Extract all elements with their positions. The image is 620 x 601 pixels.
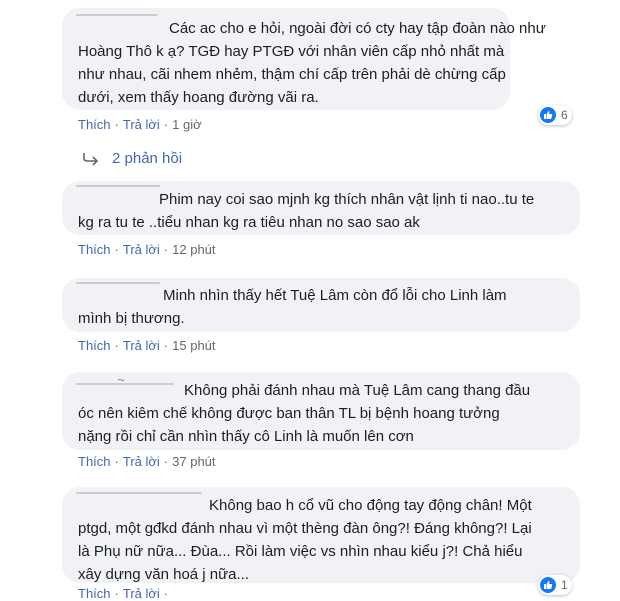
like-link[interactable]: Thích xyxy=(78,242,111,257)
comment-line: mình bị thương. xyxy=(78,310,185,327)
reply-link[interactable]: Trả lời xyxy=(123,242,160,257)
comment-time[interactable]: 12 phút xyxy=(172,242,215,257)
comment-time[interactable]: 15 phút xyxy=(172,338,215,353)
comment-line: nặng rồi chỉ cần nhìn thấy cô Linh là mu… xyxy=(78,428,414,445)
comment-line: xây dựng văn hoá j nữa... xyxy=(78,566,250,583)
comment-bubble-1: Các ac cho e hỏi, ngoài đời có cty hay t… xyxy=(62,8,546,110)
reaction-count-1[interactable]: 6 xyxy=(538,105,572,125)
like-link[interactable]: Thích xyxy=(78,117,111,132)
like-link[interactable]: Thích xyxy=(78,454,111,469)
comment-bubble-2: Phim nay coi sao mjnh kg thích nhân vật … xyxy=(62,181,580,235)
comment-actions-4: Thích · Trả lời · 37 phút xyxy=(78,454,216,469)
like-link[interactable]: Thích xyxy=(78,338,111,353)
comment-line: Phim nay coi sao mjnh kg thích nhân vật … xyxy=(159,191,535,208)
comment-bubble-4: ~ Không phải đánh nhau mà Tuệ Lâm cang t… xyxy=(62,372,580,450)
reply-link[interactable]: Trả lời xyxy=(123,454,160,469)
comment-actions-3: Thích · Trả lời · 15 phút xyxy=(78,338,216,353)
comment-bubble-3: Minh nhìn thấy hết Tuệ Lâm còn đổ lỗi ch… xyxy=(62,278,580,332)
comment-line: Không bao h cổ vũ cho động tay động chân… xyxy=(209,497,532,514)
comment-actions-1: Thích · Trả lời · 1 giờ xyxy=(78,117,202,132)
comment-time[interactable]: 1 giờ xyxy=(172,117,202,132)
comment-line: dưới, xem thấy hoang đường vãi ra. xyxy=(78,89,319,106)
comment-text-2: Phim nay coi sao mjnh kg thích nhân vật … xyxy=(78,188,534,234)
comment-actions-2: Thích · Trả lời · 12 phút xyxy=(78,242,216,257)
redacted-author-name xyxy=(76,185,160,187)
comment-actions-5: Thích · Trả lời · xyxy=(78,586,169,601)
redacted-author-name xyxy=(76,14,158,16)
replies-count-label: 2 phản hồi xyxy=(112,150,183,167)
reaction-number: 6 xyxy=(561,108,568,122)
reply-arrow-icon xyxy=(82,152,100,166)
comment-text-1: Các ac cho e hỏi, ngoài đời có cty hay t… xyxy=(78,17,546,109)
comment-line: Hoàng Thô k ạ? TGĐ hay PTGĐ với nhân viê… xyxy=(78,43,505,60)
thumbs-up-icon xyxy=(540,107,556,123)
reaction-number: 1 xyxy=(561,578,568,592)
comment-line: Minh nhìn thấy hết Tuệ Lâm còn đổ lỗi ch… xyxy=(163,287,507,304)
reply-link[interactable]: Trả lời xyxy=(123,117,160,132)
thumbs-up-icon xyxy=(540,577,556,593)
comment-line: kg ra tu te ..tiểu nhan kg ra tiêu nhan … xyxy=(78,214,420,231)
comment-text-3: Minh nhìn thấy hết Tuệ Lâm còn đổ lỗi ch… xyxy=(78,284,507,330)
view-replies-link[interactable]: 2 phản hồi xyxy=(82,150,182,167)
reaction-count-5[interactable]: 1 xyxy=(538,575,572,595)
comment-time[interactable]: 37 phút xyxy=(172,454,215,469)
comment-text-4: Không phải đánh nhau mà Tuệ Lâm cang tha… xyxy=(78,379,530,448)
comment-line: óc nên kiêm chế không được ban thân TL b… xyxy=(78,405,500,422)
comment-line: như nhau, cãi nhem nhẻm, thậm chí cấp tr… xyxy=(78,66,506,83)
comment-line: Không phải đánh nhau mà Tuệ Lâm cang tha… xyxy=(184,382,531,399)
comment-text-5: Không bao h cổ vũ cho động tay động chân… xyxy=(78,494,532,586)
reply-link[interactable]: Trả lời xyxy=(123,338,160,353)
comment-line: Các ac cho e hỏi, ngoài đời có cty hay t… xyxy=(169,20,546,37)
comment-line: là Phụ nữ nữa... Đùa... Rồi làm việc vs … xyxy=(78,543,523,560)
reply-link[interactable]: Trả lời xyxy=(123,586,160,601)
comment-bubble-5: Không bao h cổ vũ cho động tay động chân… xyxy=(62,487,580,583)
like-link[interactable]: Thích xyxy=(78,586,111,601)
comment-line: ptgd, một gđkd đánh nhau vì một thèng đà… xyxy=(78,520,532,537)
